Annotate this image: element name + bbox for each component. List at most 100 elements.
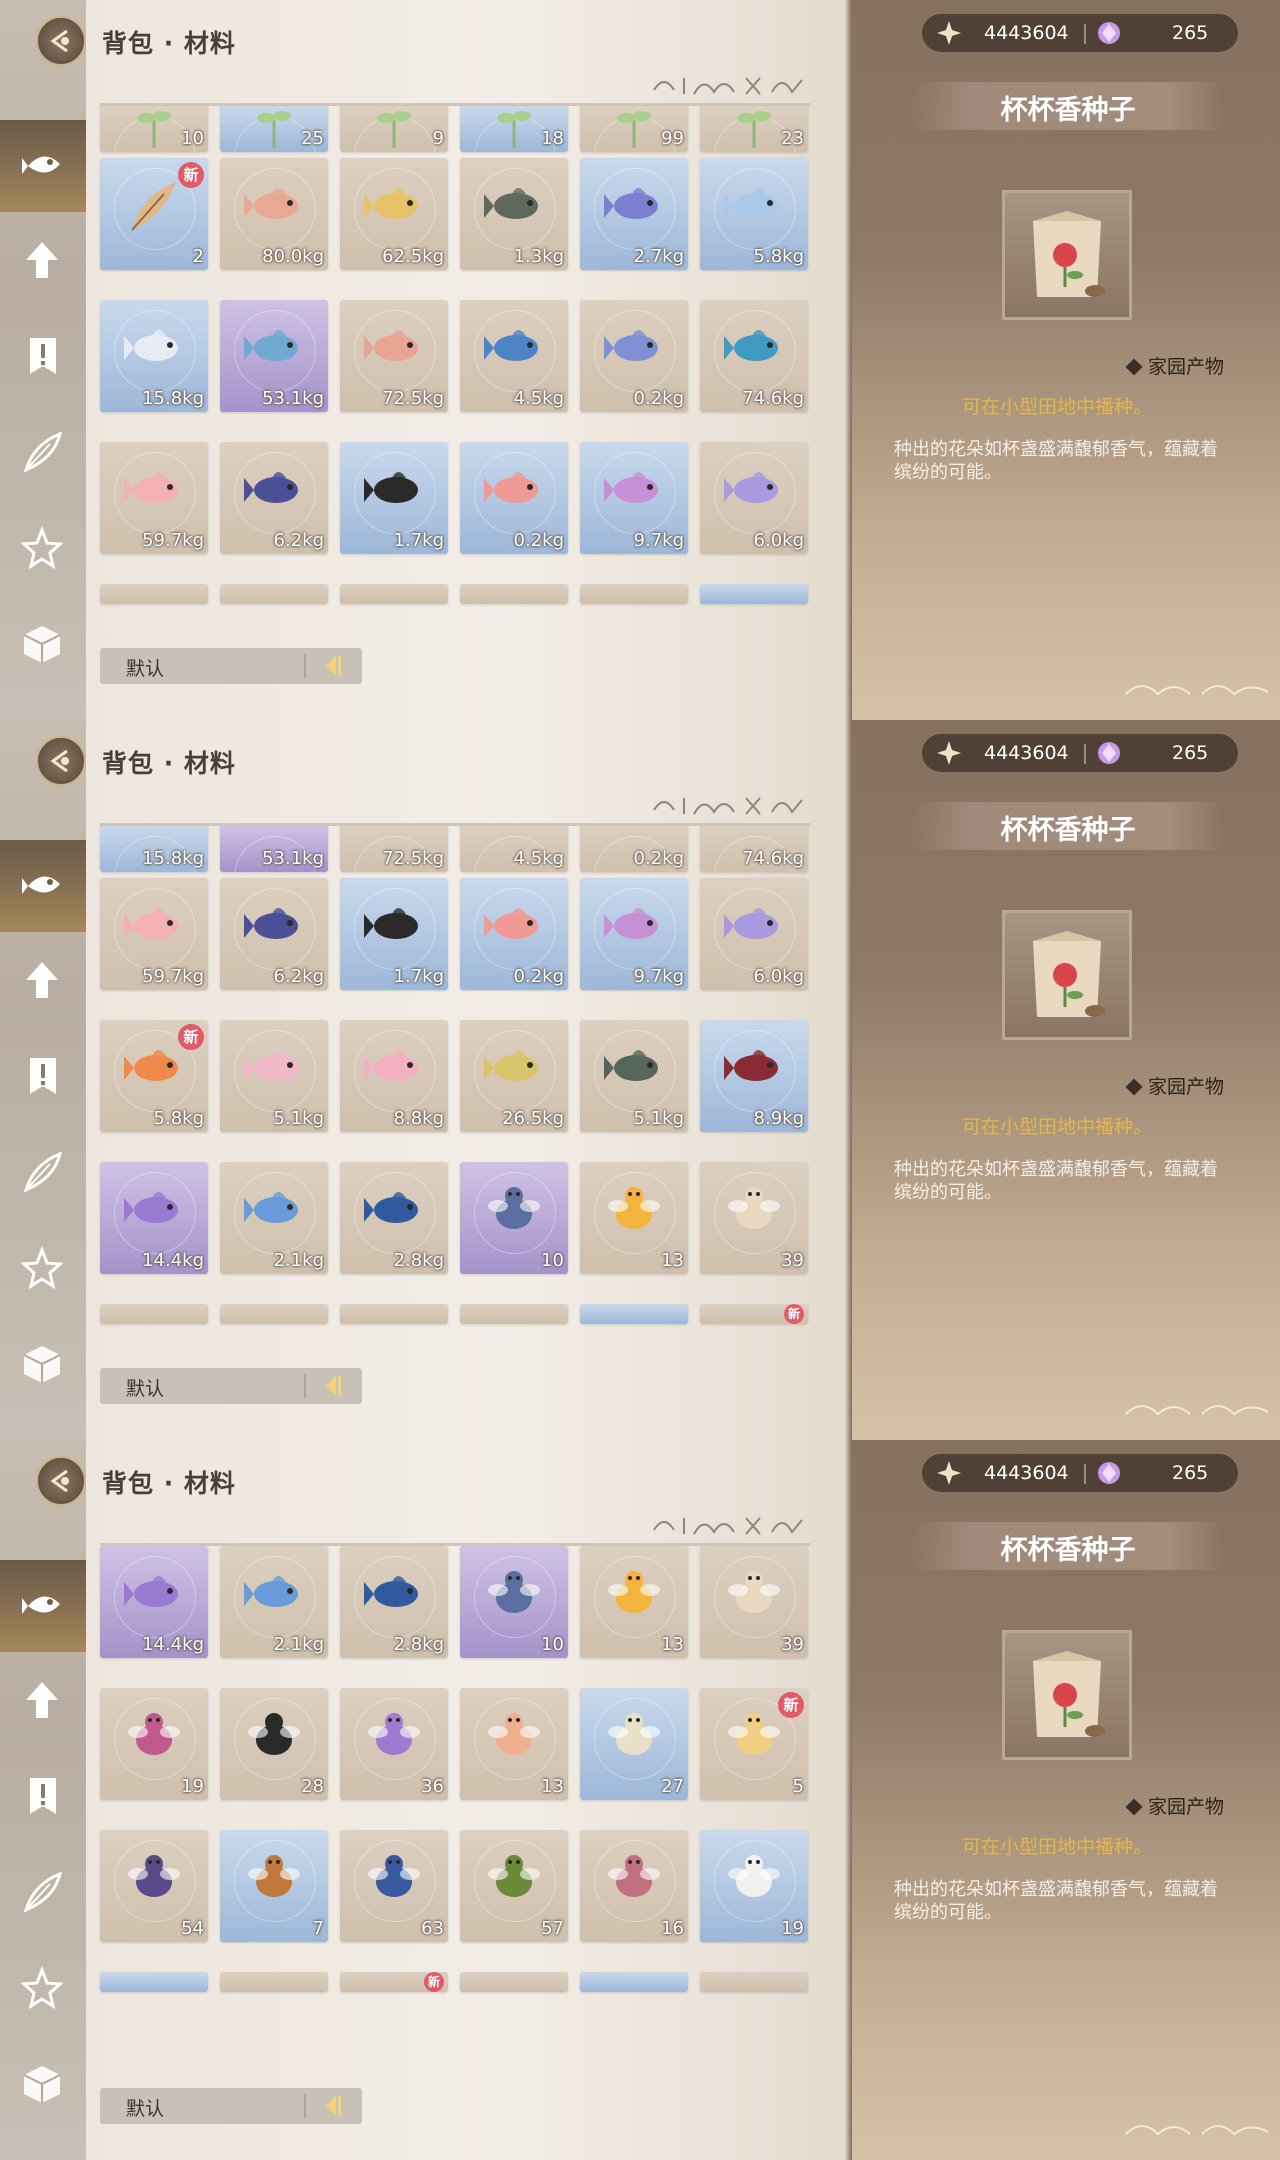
item-slot[interactable]: 6.0kg	[700, 442, 808, 554]
item-slot[interactable]: 19	[700, 1830, 808, 1942]
sort-toggle-button[interactable]	[314, 1372, 350, 1400]
item-slot[interactable]	[220, 1304, 328, 1324]
sidebar-item-upgrade-arrow[interactable]	[0, 936, 86, 1028]
item-slot[interactable]: 28	[220, 1688, 328, 1800]
item-slot[interactable]: 9.7kg	[580, 878, 688, 990]
item-slot[interactable]: 14.4kg	[100, 1162, 208, 1274]
sidebar-item-quest-banner[interactable]	[0, 312, 86, 404]
sidebar-item-quest-banner[interactable]	[0, 1032, 86, 1124]
sort-toggle-button[interactable]	[314, 2092, 350, 2120]
item-slot[interactable]: 74.6kg	[700, 300, 808, 412]
sidebar-item-sparkle-star[interactable]	[0, 1944, 86, 2036]
item-slot[interactable]: 27	[580, 1688, 688, 1800]
sidebar-item-cube-box[interactable]	[0, 1320, 86, 1412]
item-slot[interactable]: 72.5kg	[340, 300, 448, 412]
item-slot[interactable]: 新	[340, 1972, 448, 1992]
item-slot[interactable]: 1.7kg	[340, 442, 448, 554]
sidebar-item-quest-banner[interactable]	[0, 1752, 86, 1844]
item-slot[interactable]: 10	[460, 1162, 568, 1274]
item-slot[interactable]: 5.8kg 新	[100, 1020, 208, 1132]
sidebar-item-upgrade-arrow[interactable]	[0, 1656, 86, 1748]
item-slot[interactable]: 5.1kg	[220, 1020, 328, 1132]
sidebar-item-cube-box[interactable]	[0, 2040, 86, 2132]
item-slot[interactable]: 15.8kg	[100, 826, 208, 872]
item-slot[interactable]: 18	[460, 106, 568, 152]
item-slot[interactable]	[340, 1304, 448, 1324]
item-slot[interactable]: 16	[580, 1830, 688, 1942]
item-slot[interactable]: 13	[460, 1688, 568, 1800]
item-slot[interactable]: 1.3kg	[460, 158, 568, 270]
item-slot[interactable]: 8.9kg	[700, 1020, 808, 1132]
sidebar-item-feather-quill[interactable]	[0, 408, 86, 500]
item-slot[interactable]: 5.1kg	[580, 1020, 688, 1132]
sidebar-item-sparkle-star[interactable]	[0, 1224, 86, 1316]
item-slot[interactable]: 63	[340, 1830, 448, 1942]
item-slot[interactable]: 53.1kg	[220, 826, 328, 872]
item-slot[interactable]	[700, 1972, 808, 1992]
item-slot[interactable]: 10	[100, 106, 208, 152]
item-slot[interactable]: 4.5kg	[460, 300, 568, 412]
item-slot[interactable]: 74.6kg	[700, 826, 808, 872]
item-slot[interactable]	[460, 1972, 568, 1992]
item-slot[interactable]: 2.8kg	[340, 1546, 448, 1658]
item-slot[interactable]	[460, 1304, 568, 1324]
item-slot[interactable]: 26.5kg	[460, 1020, 568, 1132]
back-button[interactable]	[36, 1456, 86, 1506]
item-slot[interactable]: 2.8kg	[340, 1162, 448, 1274]
sort-toggle-button[interactable]	[314, 652, 350, 680]
item-slot[interactable]: 8.8kg	[340, 1020, 448, 1132]
item-slot[interactable]: 59.7kg	[100, 442, 208, 554]
sort-dropdown[interactable]: 默认	[100, 2088, 362, 2124]
item-slot[interactable]: 15.8kg	[100, 300, 208, 412]
item-slot[interactable]: 25	[220, 106, 328, 152]
item-slot[interactable]: 10	[460, 1546, 568, 1658]
item-slot[interactable]: 0.2kg	[460, 878, 568, 990]
item-slot[interactable]: 5.8kg	[700, 158, 808, 270]
item-slot[interactable]: 62.5kg	[340, 158, 448, 270]
item-slot[interactable]	[340, 584, 448, 604]
sort-dropdown[interactable]: 默认	[100, 648, 362, 684]
item-slot[interactable]	[100, 1304, 208, 1324]
sidebar-item-fish[interactable]	[0, 840, 86, 932]
item-slot[interactable]	[580, 1972, 688, 1992]
item-slot[interactable]	[700, 584, 808, 604]
item-slot[interactable]: 99	[580, 106, 688, 152]
sidebar-item-feather-quill[interactable]	[0, 1128, 86, 1220]
sidebar-item-cube-box[interactable]	[0, 600, 86, 692]
item-slot[interactable]	[100, 584, 208, 604]
item-slot[interactable]: 2.7kg	[580, 158, 688, 270]
item-slot[interactable]: 72.5kg	[340, 826, 448, 872]
item-slot[interactable]: 0.2kg	[580, 826, 688, 872]
sidebar-item-feather-quill[interactable]	[0, 1848, 86, 1940]
item-slot[interactable]: 6.2kg	[220, 878, 328, 990]
item-slot[interactable]: 新	[700, 1304, 808, 1324]
item-slot[interactable]: 36	[340, 1688, 448, 1800]
item-slot[interactable]: 57	[460, 1830, 568, 1942]
item-slot[interactable]	[100, 1972, 208, 1992]
item-slot[interactable]: 5新	[700, 1688, 808, 1800]
item-slot[interactable]: 9.7kg	[580, 442, 688, 554]
item-slot[interactable]	[580, 1304, 688, 1324]
item-slot[interactable]: 13	[580, 1162, 688, 1274]
item-slot[interactable]	[460, 584, 568, 604]
item-slot[interactable]: 6.2kg	[220, 442, 328, 554]
item-slot[interactable]: 14.4kg	[100, 1546, 208, 1658]
item-slot[interactable]: 1.7kg	[340, 878, 448, 990]
item-slot[interactable]: 53.1kg	[220, 300, 328, 412]
back-button[interactable]	[36, 736, 86, 786]
sidebar-item-upgrade-arrow[interactable]	[0, 216, 86, 308]
item-slot[interactable]: 13	[580, 1546, 688, 1658]
item-slot[interactable]: 54	[100, 1830, 208, 1942]
item-slot[interactable]: 59.7kg	[100, 878, 208, 990]
sidebar-item-fish[interactable]	[0, 120, 86, 212]
sidebar-item-sparkle-star[interactable]	[0, 504, 86, 596]
item-slot[interactable]: 39	[700, 1546, 808, 1658]
back-button[interactable]	[36, 16, 86, 66]
sidebar-item-fish[interactable]	[0, 1560, 86, 1652]
item-slot[interactable]	[220, 584, 328, 604]
item-slot[interactable]: 0.2kg	[580, 300, 688, 412]
item-slot[interactable]: 23	[700, 106, 808, 152]
item-slot[interactable]: 2.1kg	[220, 1162, 328, 1274]
item-slot[interactable]	[220, 1972, 328, 1992]
item-slot[interactable]: 80.0kg	[220, 158, 328, 270]
